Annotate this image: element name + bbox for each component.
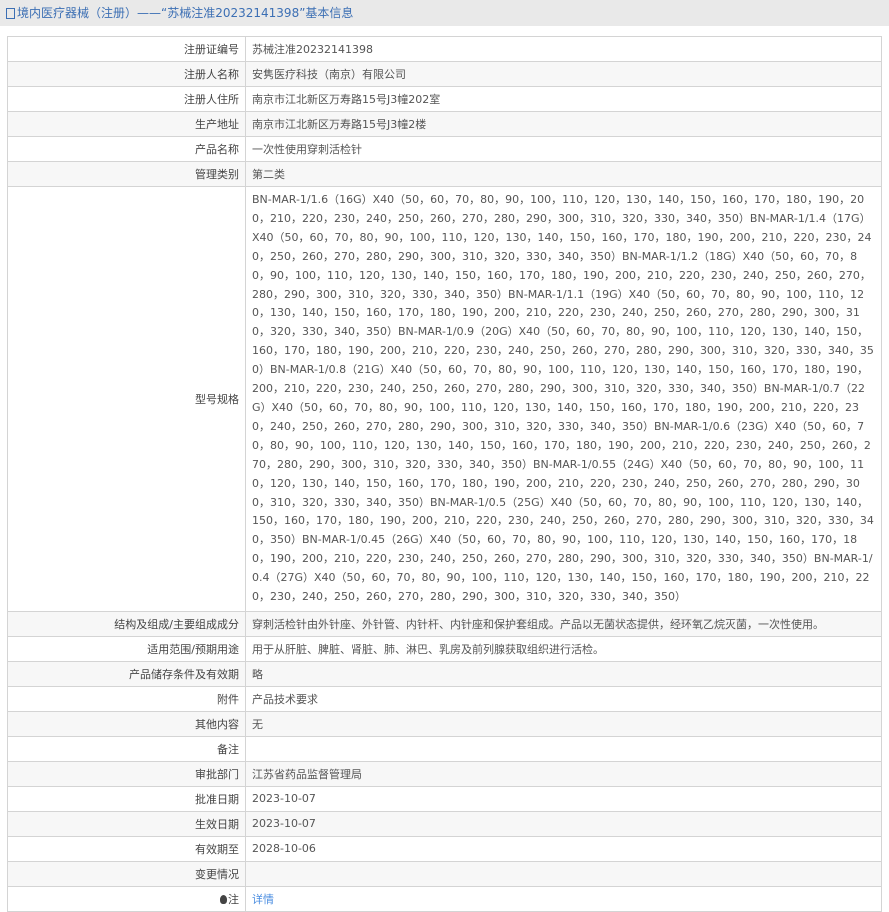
row-label: 备注 — [7, 735, 246, 762]
row-value: 南京市江北新区万寿路15号J3幢202室 — [245, 86, 882, 112]
row-label: 结构及组成/主要组成成分 — [7, 610, 246, 637]
row-label: 审批部门 — [7, 760, 246, 787]
table-row: 注册人住所 南京市江北新区万寿路15号J3幢202室 — [7, 86, 882, 112]
table-row: 附件 产品技术要求 — [7, 685, 882, 712]
row-label: 其他内容 — [7, 710, 246, 737]
row-label: 注册人名称 — [7, 61, 246, 87]
table-row: 产品储存条件及有效期略 — [7, 660, 882, 687]
row-value: 产品技术要求 — [245, 685, 882, 712]
row-label: 附件 — [7, 685, 246, 712]
row-label: 产品名称 — [7, 136, 246, 162]
page-title: 境内医疗器械（注册）——“苏械注准20232141398”基本信息 — [17, 6, 354, 20]
row-value: 略 — [245, 660, 882, 687]
note-value: 详情 — [245, 885, 882, 912]
lightbulb-icon — [220, 894, 227, 904]
note-row: 注详情 — [7, 885, 882, 912]
row-label: 有效期至 — [7, 835, 246, 862]
row-value: 南京市江北新区万寿路15号J3幢2楼 — [245, 111, 882, 137]
row-label: 批准日期 — [7, 785, 246, 812]
table-row: 生效日期 2023-10-07 — [7, 810, 882, 837]
row-label: 生产地址 — [7, 111, 246, 137]
table-row: 注册证编号 苏械注准20232141398 — [7, 36, 882, 62]
row-value: 无 — [245, 710, 882, 737]
row-label: 适用范围/预期用途 — [7, 635, 246, 662]
table-row: 变更情况 — [7, 860, 882, 887]
table-row: 有效期至 2028-10-06 — [7, 835, 882, 862]
row-label: 型号规格 — [7, 186, 246, 612]
row-label: 管理类别 — [7, 161, 246, 187]
row-value: 安隽医疗科技（南京）有限公司 — [245, 61, 882, 87]
row-label: 变更情况 — [7, 860, 246, 887]
row-label: 注册证编号 — [7, 36, 246, 62]
row-label: 生效日期 — [7, 810, 246, 837]
note-label-cell: 注 — [7, 885, 246, 912]
row-value — [245, 735, 882, 762]
row-value: BN-MAR-1/1.6（16G）X40（50，60，70，80，90，100，… — [245, 186, 882, 612]
page-header: 境内医疗器械（注册）——“苏械注准20232141398”基本信息 — [0, 0, 889, 26]
table-row: 生产地址 南京市江北新区万寿路15号J3幢2楼 — [7, 111, 882, 137]
row-value — [245, 860, 882, 887]
table-row: 产品名称 一次性使用穿刺活检针 — [7, 136, 882, 162]
row-value: 苏械注准20232141398 — [245, 36, 882, 62]
row-value: 2028-10-06 — [245, 835, 882, 862]
table-row: 注册人名称 安隽医疗科技（南京）有限公司 — [7, 61, 882, 87]
table-row: 结构及组成/主要组成成分 穿刺活检针由外针座、外针管、内针杆、内针座和保护套组成。… — [7, 610, 882, 637]
details-link[interactable]: 详情 — [252, 893, 274, 906]
row-value: 一次性使用穿刺活检针 — [245, 136, 882, 162]
row-label: 产品储存条件及有效期 — [7, 660, 246, 687]
row-value: 第二类 — [245, 161, 882, 187]
document-icon — [6, 8, 15, 19]
row-value: 2023-10-07 — [245, 810, 882, 837]
table-row: 其他内容无 — [7, 710, 882, 737]
table-row: 审批部门 江苏省药品监督管理局 — [7, 760, 882, 787]
table-row: 型号规格 BN-MAR-1/1.6（16G）X40（50，60，70，80，90，… — [7, 186, 882, 612]
table-row: 适用范围/预期用途 用于从肝脏、脾脏、肾脏、肺、淋巴、乳房及前列腺获取组织进行活检… — [7, 635, 882, 662]
row-value: 穿刺活检针由外针座、外针管、内针杆、内针座和保护套组成。产品以无菌状态提供，经环… — [245, 610, 882, 637]
note-label: 注 — [228, 892, 239, 906]
row-label: 注册人住所 — [7, 86, 246, 112]
row-value: 江苏省药品监督管理局 — [245, 760, 882, 787]
table-row: 批准日期 2023-10-07 — [7, 785, 882, 812]
table-row: 管理类别 第二类 — [7, 161, 882, 187]
row-value: 2023-10-07 — [245, 785, 882, 812]
info-table: 注册证编号 苏械注准20232141398 注册人名称 安隽医疗科技（南京）有限公司注… — [7, 36, 882, 912]
table-row: 备注 — [7, 735, 882, 762]
row-value: 用于从肝脏、脾脏、肾脏、肺、淋巴、乳房及前列腺获取组织进行活检。 — [245, 635, 882, 662]
